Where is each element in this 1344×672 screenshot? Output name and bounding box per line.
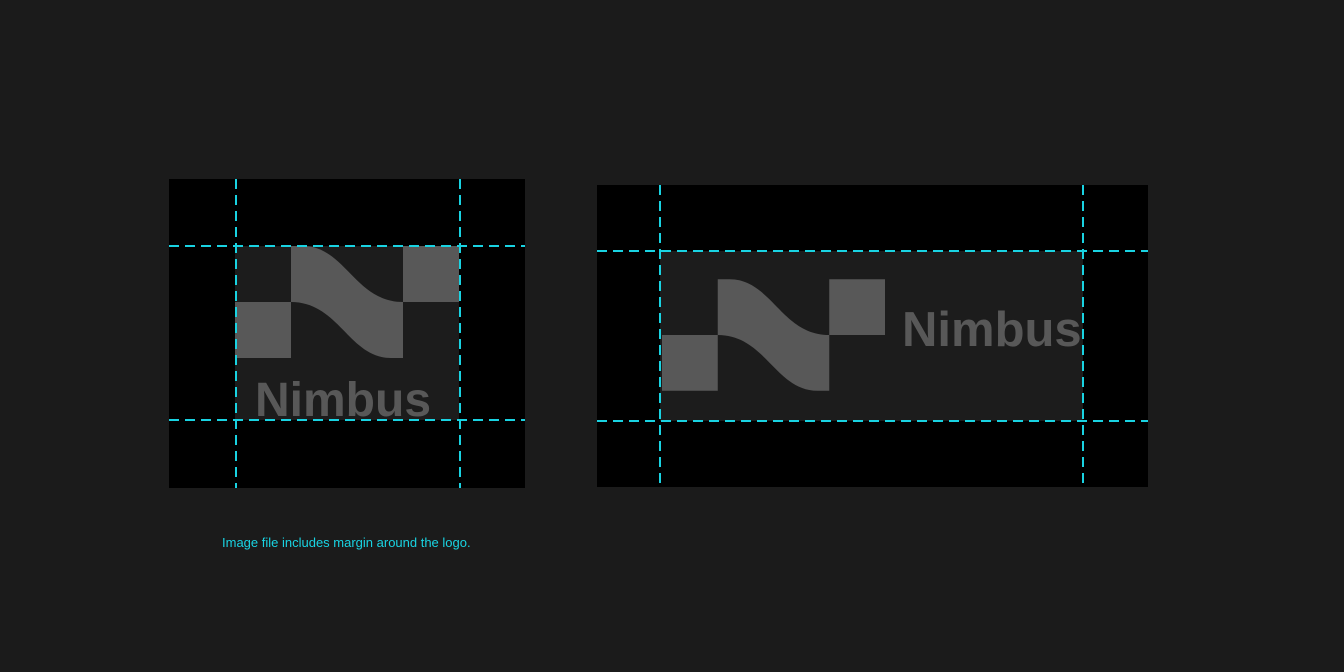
nimbus-wordmark: Nimbus: [902, 303, 1082, 357]
nimbus-logo-mark-icon: [235, 246, 459, 358]
nimbus-logo-mark-icon: [662, 279, 885, 391]
vertical-logo-panel: Nimbus: [169, 179, 525, 488]
margin-note-caption: Image file includes margin around the lo…: [222, 535, 471, 550]
nimbus-wordmark: Nimbus: [255, 374, 432, 427]
horizontal-logo-panel: Nimbus: [597, 185, 1148, 487]
